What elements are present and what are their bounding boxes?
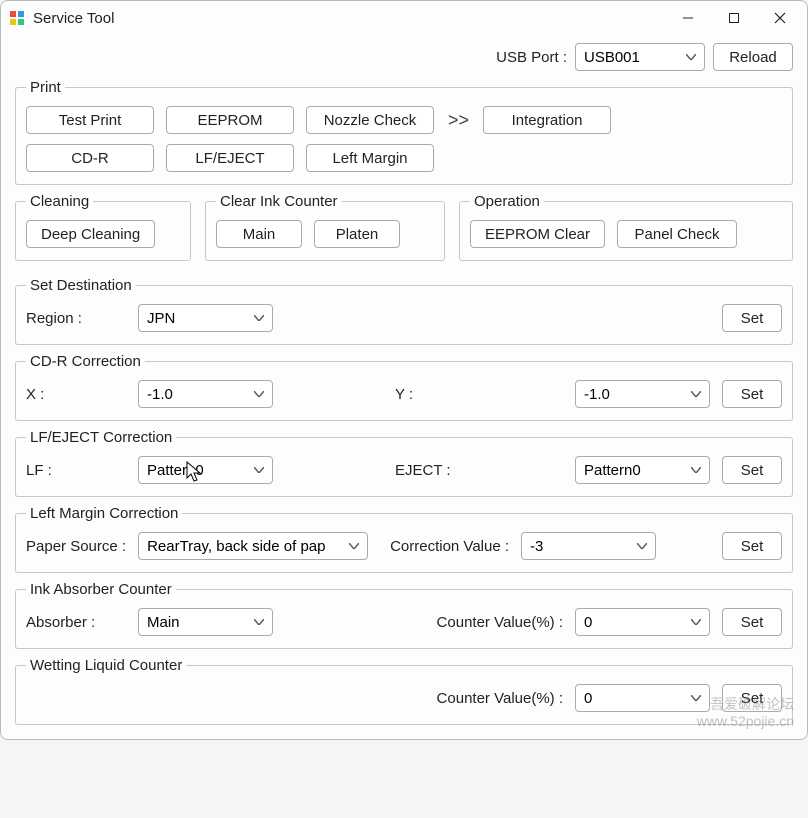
maximize-button[interactable]: [711, 3, 757, 33]
eject-select[interactable]: Pattern0: [575, 456, 710, 484]
ink-counter-label: Counter Value(%) :: [437, 614, 563, 631]
cdr-correction-group: CD-R Correction X : -1.0 Y : -1.0 Set: [15, 353, 793, 421]
wetting-legend: Wetting Liquid Counter: [26, 657, 186, 674]
wetting-counter-label: Counter Value(%) :: [437, 690, 563, 707]
clear-ink-platen-button[interactable]: Platen: [314, 220, 400, 248]
absorber-select[interactable]: Main: [138, 608, 273, 636]
integration-button[interactable]: Integration: [483, 106, 611, 134]
deep-cleaning-button[interactable]: Deep Cleaning: [26, 220, 155, 248]
titlebar: Service Tool: [1, 1, 807, 35]
panel-check-button[interactable]: Panel Check: [617, 220, 737, 248]
left-margin-correction-group: Left Margin Correction Paper Source : Re…: [15, 505, 793, 573]
eeprom-button[interactable]: EEPROM: [166, 106, 294, 134]
close-button[interactable]: [757, 3, 803, 33]
ink-absorber-legend: Ink Absorber Counter: [26, 581, 176, 598]
app-icon: [9, 10, 25, 26]
left-margin-button[interactable]: Left Margin: [306, 144, 434, 172]
eeprom-clear-button[interactable]: EEPROM Clear: [470, 220, 605, 248]
window-title: Service Tool: [33, 10, 114, 27]
lf-eject-set-button[interactable]: Set: [722, 456, 782, 484]
cdr-correction-legend: CD-R Correction: [26, 353, 145, 370]
cdr-x-select[interactable]: -1.0: [138, 380, 273, 408]
set-destination-group: Set Destination Region : JPN Set: [15, 277, 793, 345]
usb-port-label: USB Port :: [496, 49, 567, 66]
ink-counter-select[interactable]: 0: [575, 608, 710, 636]
cdr-x-label: X :: [26, 386, 126, 403]
print-legend: Print: [26, 79, 65, 96]
wetting-group: Wetting Liquid Counter Counter Value(%) …: [15, 657, 793, 725]
cleaning-legend: Cleaning: [26, 193, 93, 210]
ink-absorber-group: Ink Absorber Counter Absorber : Main Cou…: [15, 581, 793, 649]
nozzle-check-button[interactable]: Nozzle Check: [306, 106, 434, 134]
ink-absorber-set-button[interactable]: Set: [722, 608, 782, 636]
reload-button[interactable]: Reload: [713, 43, 793, 71]
lf-eject-button[interactable]: LF/EJECT: [166, 144, 294, 172]
paper-source-label: Paper Source :: [26, 538, 126, 555]
cleaning-group: Cleaning Deep Cleaning: [15, 193, 191, 261]
print-group: Print Test Print EEPROM Nozzle Check >> …: [15, 79, 793, 185]
cdr-y-select[interactable]: -1.0: [575, 380, 710, 408]
operation-group: Operation EEPROM Clear Panel Check: [459, 193, 793, 261]
test-print-button[interactable]: Test Print: [26, 106, 154, 134]
clear-ink-legend: Clear Ink Counter: [216, 193, 342, 210]
cdr-button[interactable]: CD-R: [26, 144, 154, 172]
client-area: USB Port : USB001 Reload Print Test Prin…: [1, 35, 807, 739]
set-destination-set-button[interactable]: Set: [722, 304, 782, 332]
set-destination-legend: Set Destination: [26, 277, 136, 294]
arrow-separator: >>: [446, 110, 471, 131]
lf-select[interactable]: Pattern0: [138, 456, 273, 484]
lf-label: LF :: [26, 462, 126, 479]
clear-ink-group: Clear Ink Counter Main Platen: [205, 193, 445, 261]
correction-value-label: Correction Value :: [390, 538, 509, 555]
wetting-counter-select[interactable]: 0: [575, 684, 710, 712]
left-margin-set-button[interactable]: Set: [722, 532, 782, 560]
paper-source-select[interactable]: RearTray, back side of pap: [138, 532, 368, 560]
cdr-set-button[interactable]: Set: [722, 380, 782, 408]
eject-label: EJECT :: [395, 462, 451, 479]
wetting-set-button[interactable]: Set: [722, 684, 782, 712]
lf-eject-correction-group: LF/EJECT Correction LF : Pattern0 EJECT …: [15, 429, 793, 497]
operation-legend: Operation: [470, 193, 544, 210]
clear-ink-main-button[interactable]: Main: [216, 220, 302, 248]
lf-eject-correction-legend: LF/EJECT Correction: [26, 429, 176, 446]
cdr-y-label: Y :: [395, 386, 425, 403]
correction-value-select[interactable]: -3: [521, 532, 656, 560]
usb-port-select[interactable]: USB001: [575, 43, 705, 71]
region-select[interactable]: JPN: [138, 304, 273, 332]
absorber-label: Absorber :: [26, 614, 126, 631]
region-label: Region :: [26, 310, 126, 327]
left-margin-correction-legend: Left Margin Correction: [26, 505, 182, 522]
window: Service Tool USB Port : USB001 Reload Pr…: [0, 0, 808, 740]
minimize-button[interactable]: [665, 3, 711, 33]
